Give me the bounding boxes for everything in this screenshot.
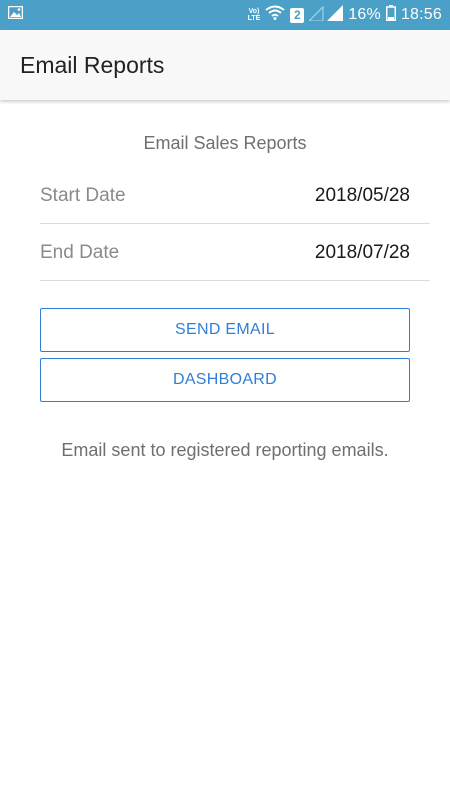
end-date-row[interactable]: End Date 2018/07/28 bbox=[40, 225, 430, 281]
status-message: Email sent to registered reporting email… bbox=[61, 440, 389, 460]
clock: 18:56 bbox=[400, 6, 442, 23]
page-title: Email Reports bbox=[20, 51, 165, 78]
status-left bbox=[7, 5, 24, 24]
end-date-value[interactable]: 2018/07/28 bbox=[315, 242, 410, 264]
signal-icon bbox=[308, 4, 344, 26]
sim-badge: 2 bbox=[290, 7, 305, 23]
image-notification-icon bbox=[7, 5, 24, 24]
battery-percent: 16% bbox=[348, 6, 381, 23]
send-email-button[interactable]: SEND EMAIL bbox=[40, 308, 410, 352]
end-date-label: End Date bbox=[40, 241, 120, 263]
start-date-row[interactable]: Start Date 2018/05/28 bbox=[40, 168, 430, 224]
volte-indicator: Vo) LTE bbox=[247, 8, 261, 22]
dashboard-button[interactable]: DASHBOARD bbox=[40, 358, 410, 402]
status-right: Vo) LTE 2 16% 18:56 bbox=[247, 4, 442, 26]
section-title: Email Sales Reports bbox=[143, 133, 307, 153]
battery-icon bbox=[385, 4, 396, 26]
status-bar: Vo) LTE 2 16% 18:56 bbox=[0, 0, 450, 30]
start-date-value[interactable]: 2018/05/28 bbox=[315, 185, 410, 207]
app-bar: Email Reports bbox=[0, 30, 450, 100]
wifi-icon bbox=[265, 5, 285, 25]
start-date-label: Start Date bbox=[40, 184, 126, 206]
